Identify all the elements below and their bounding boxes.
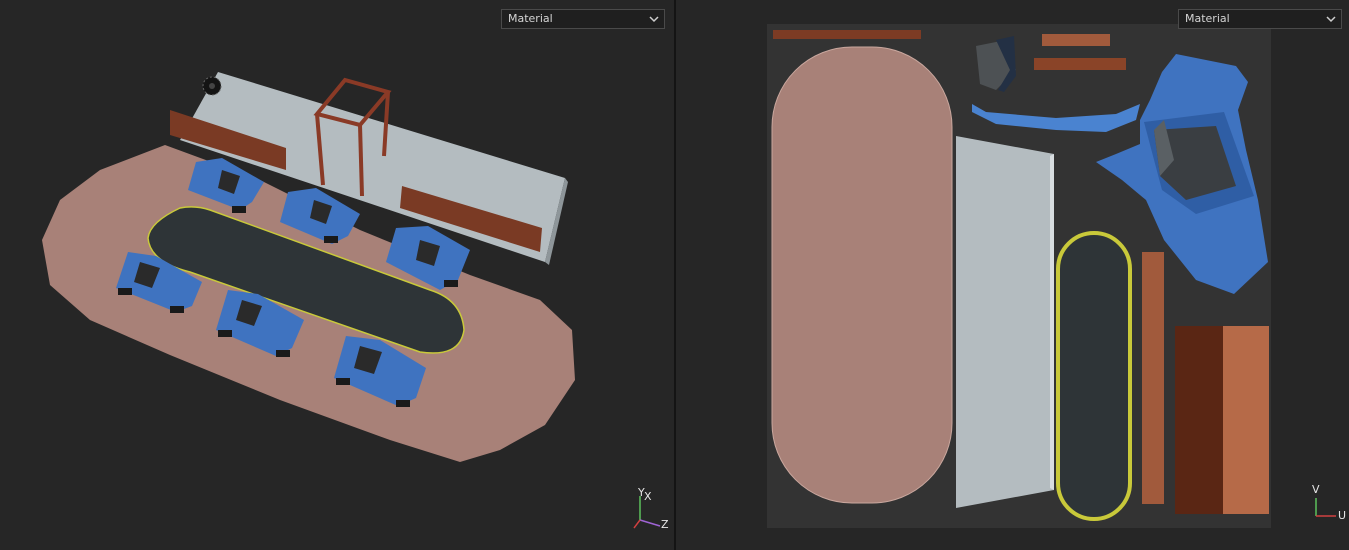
- uv-island-wood-small[interactable]: [1042, 34, 1110, 46]
- viewport-3d[interactable]: Material Y X Z: [0, 0, 674, 550]
- uv-island-wood-panel-dark[interactable]: [1175, 326, 1223, 514]
- uv-island-wood-panel-light[interactable]: [1223, 326, 1269, 514]
- uv-render-mode-value: Material: [1185, 12, 1230, 25]
- uv-island-wood-plank[interactable]: [1142, 252, 1164, 504]
- uv-island-floor[interactable]: [771, 46, 953, 504]
- axis-label-z: Z: [661, 518, 669, 531]
- uv-render-mode-dropdown[interactable]: Material: [1178, 9, 1342, 29]
- render-mode-dropdown[interactable]: Material: [501, 9, 665, 29]
- uv-viewport[interactable]: Material V U: [676, 0, 1349, 550]
- axis-gizmo: Y X Z: [630, 486, 672, 532]
- axis-label-x: X: [644, 490, 652, 503]
- chevron-down-icon: [648, 13, 660, 25]
- uv-island-wood-small[interactable]: [1034, 58, 1126, 70]
- uv-island-wood-strip[interactable]: [773, 30, 921, 39]
- scene-render[interactable]: [0, 0, 674, 550]
- render-mode-value: Material: [508, 12, 553, 25]
- uv-island-wall[interactable]: [956, 136, 1054, 508]
- light-icon[interactable]: [202, 76, 222, 96]
- uv-island-table[interactable]: [1056, 231, 1132, 521]
- axis-label-u: U: [1338, 509, 1347, 522]
- axis-label-v: V: [1312, 483, 1320, 496]
- uv-axis-gizmo: V U: [1310, 483, 1348, 528]
- chevron-down-icon: [1325, 13, 1337, 25]
- uv-layout[interactable]: [676, 0, 1349, 550]
